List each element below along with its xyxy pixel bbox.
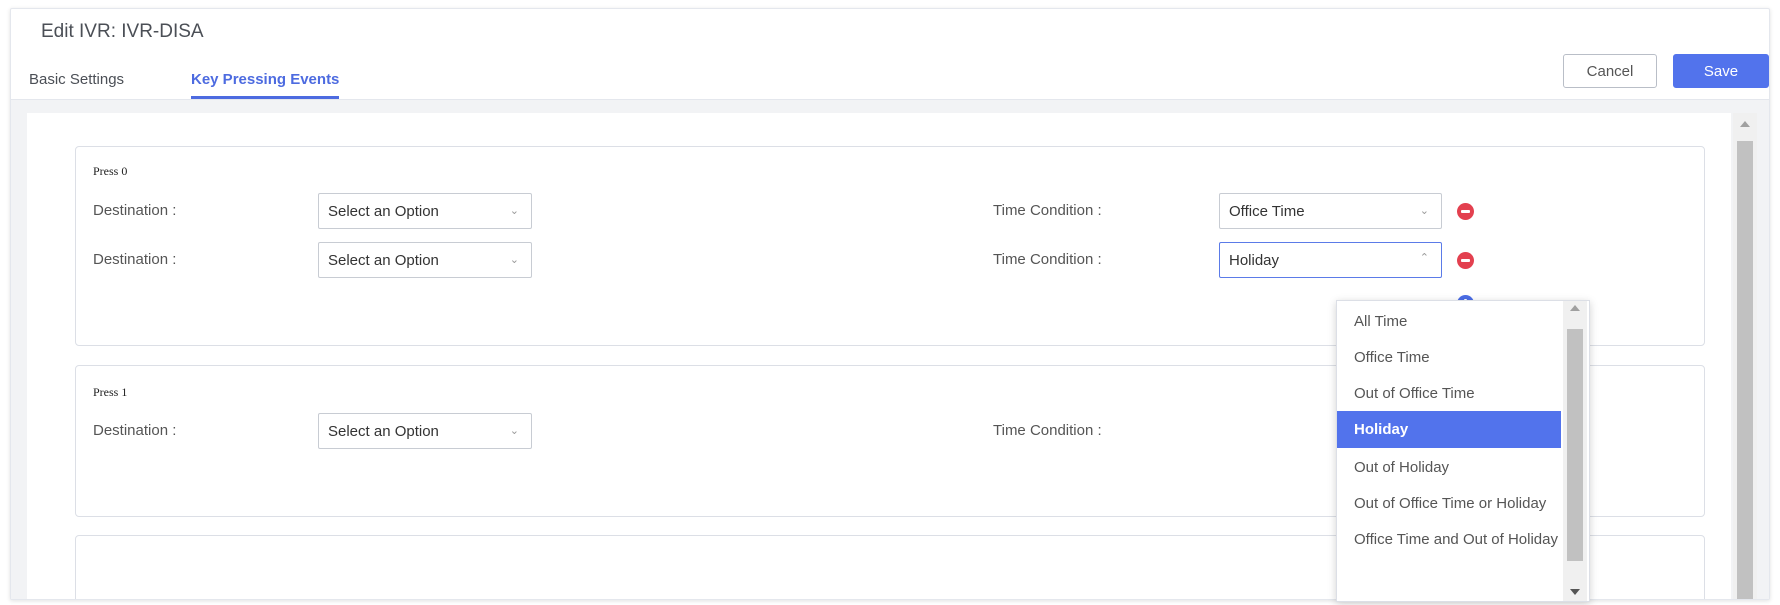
destination-select[interactable]: Select an Option ⌄ — [318, 413, 532, 449]
option-holiday[interactable]: Holiday — [1337, 411, 1561, 448]
option-out-of-holiday[interactable]: Out of Holiday — [1337, 447, 1561, 487]
scroll-up-icon[interactable] — [1740, 121, 1750, 127]
scroll-up-icon[interactable] — [1570, 305, 1580, 311]
time-condition-label: Time Condition : — [993, 251, 1102, 268]
cancel-button[interactable]: Cancel — [1563, 54, 1657, 88]
time-condition-select-open[interactable]: Holiday ⌃ — [1219, 242, 1442, 278]
destination-label: Destination : — [93, 251, 177, 268]
scrollbar-thumb[interactable] — [1567, 329, 1583, 561]
destination-select[interactable]: Select an Option ⌄ — [318, 193, 532, 229]
option-all-time[interactable]: All Time — [1337, 301, 1561, 341]
option-out-of-office-time-or-holiday[interactable]: Out of Office Time or Holiday — [1337, 483, 1561, 523]
page-scrollbar[interactable] — [1733, 113, 1757, 599]
remove-circle-icon[interactable] — [1457, 203, 1474, 220]
destination-value: Select an Option — [328, 202, 439, 220]
destination-label: Destination : — [93, 422, 177, 439]
time-condition-label: Time Condition : — [993, 202, 1102, 219]
dropdown-scrollbar[interactable] — [1563, 301, 1587, 601]
time-condition-select[interactable]: Office Time ⌄ — [1219, 193, 1442, 229]
option-office-time[interactable]: Office Time — [1337, 337, 1561, 377]
destination-select[interactable]: Select an Option ⌄ — [318, 242, 532, 278]
destination-value: Select an Option — [328, 251, 439, 269]
time-condition-value: Holiday — [1229, 251, 1280, 269]
press-title: Press 1 — [93, 385, 128, 399]
page-title: Edit IVR: IVR-DISA — [41, 21, 204, 42]
destination-value: Select an Option — [328, 422, 439, 440]
option-out-of-office-time[interactable]: Out of Office Time — [1337, 373, 1561, 413]
press-title: Press 0 — [93, 164, 128, 178]
time-condition-dropdown: All Time Office Time Out of Office Time … — [1336, 300, 1590, 602]
chevron-down-icon: ⌄ — [1419, 205, 1429, 217]
chevron-down-icon: ⌄ — [509, 425, 519, 437]
tab-key-pressing-events[interactable]: Key Pressing Events — [191, 71, 340, 99]
chevron-down-icon: ⌄ — [509, 205, 519, 217]
time-condition-label: Time Condition : — [993, 422, 1102, 439]
tab-basic-settings[interactable]: Basic Settings — [29, 71, 124, 96]
option-office-time-and-out-of-holiday[interactable]: Office Time and Out of Holiday — [1337, 519, 1561, 559]
chevron-down-icon: ⌄ — [509, 254, 519, 266]
scrollbar-thumb[interactable] — [1737, 141, 1753, 599]
time-condition-value: Office Time — [1229, 202, 1305, 220]
scroll-down-icon[interactable] — [1570, 589, 1580, 595]
destination-label: Destination : — [93, 202, 177, 219]
chevron-up-icon: ⌃ — [1419, 252, 1429, 264]
remove-circle-icon[interactable] — [1457, 252, 1474, 269]
save-button[interactable]: Save — [1673, 54, 1769, 88]
